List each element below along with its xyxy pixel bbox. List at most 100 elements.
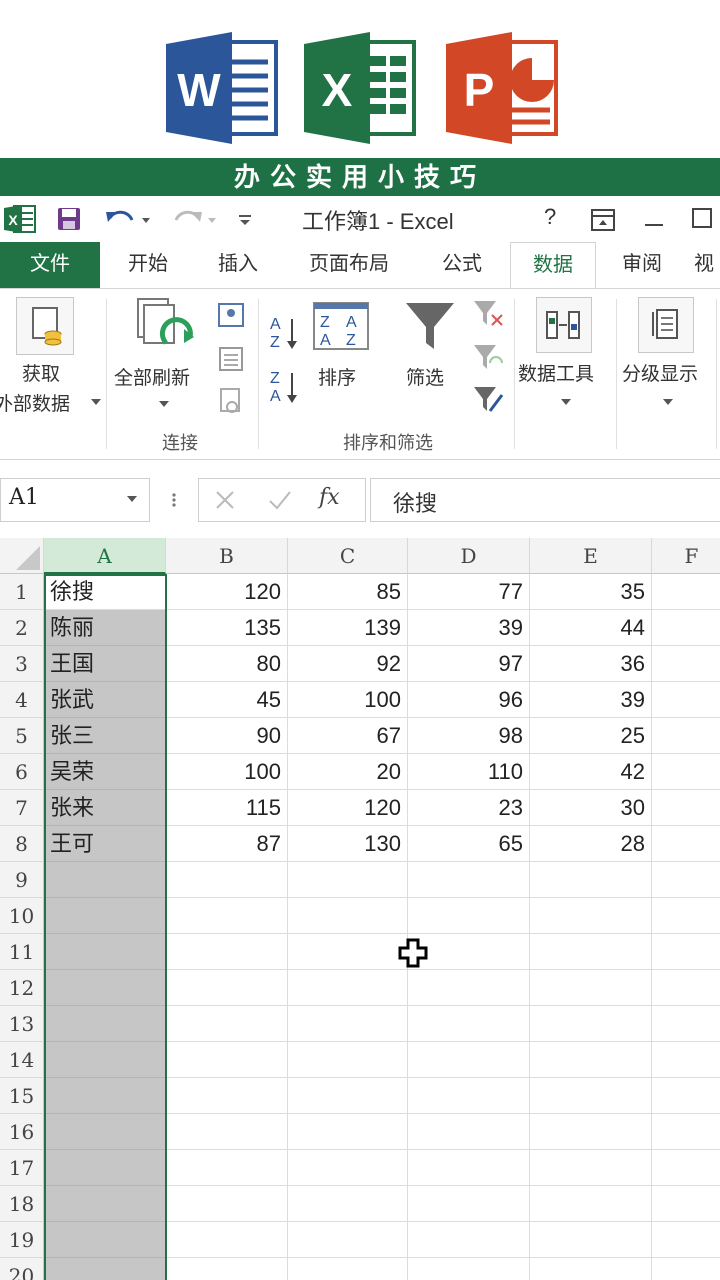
cell-a9[interactable] xyxy=(44,862,166,898)
name-box[interactable]: A1 xyxy=(0,478,150,522)
cell-e14[interactable] xyxy=(530,1042,652,1078)
cell-d12[interactable] xyxy=(408,970,530,1006)
row-header-11[interactable]: 11 xyxy=(0,934,44,970)
cell-c18[interactable] xyxy=(288,1186,408,1222)
cell-c11[interactable] xyxy=(288,934,408,970)
cell-b13[interactable] xyxy=(166,1006,288,1042)
data-tools-label[interactable]: 数据工具 xyxy=(518,359,594,386)
cell-c4[interactable]: 100 xyxy=(288,682,408,718)
enter-check-icon[interactable] xyxy=(267,488,293,512)
cell-f12[interactable] xyxy=(652,970,720,1006)
cell-a5[interactable]: 张三 xyxy=(44,718,166,754)
get-external-data-button[interactable] xyxy=(16,297,74,355)
edit-links-icon[interactable] xyxy=(216,387,246,415)
cell-e16[interactable] xyxy=(530,1114,652,1150)
cell-f7[interactable] xyxy=(652,790,720,826)
outline-dropdown-icon[interactable] xyxy=(662,397,674,407)
row-header-13[interactable]: 13 xyxy=(0,1006,44,1042)
cell-e20[interactable] xyxy=(530,1258,652,1280)
cell-b15[interactable] xyxy=(166,1078,288,1114)
cell-d8[interactable]: 65 xyxy=(408,826,530,862)
worksheet-grid[interactable]: ABCDEF 1 2 3 4 5 6 7 8 9 10 11 12 13 14 15 16 17 18 19 20 徐… xyxy=(0,538,720,1280)
cell-e17[interactable] xyxy=(530,1150,652,1186)
cell-f19[interactable] xyxy=(652,1222,720,1258)
cell-f16[interactable] xyxy=(652,1114,720,1150)
filter-icon[interactable] xyxy=(402,299,458,355)
cell-e10[interactable] xyxy=(530,898,652,934)
help-button[interactable]: ? xyxy=(544,204,556,230)
cell-e4[interactable]: 39 xyxy=(530,682,652,718)
cell-a1[interactable]: 徐搜 xyxy=(44,574,166,610)
advanced-filter-icon[interactable] xyxy=(472,385,506,415)
column-header-d[interactable]: D xyxy=(408,538,530,574)
cell-d20[interactable] xyxy=(408,1258,530,1280)
redo-icon[interactable] xyxy=(170,206,220,232)
cell-b19[interactable] xyxy=(166,1222,288,1258)
row-header-10[interactable]: 10 xyxy=(0,898,44,934)
cell-b11[interactable] xyxy=(166,934,288,970)
cell-f3[interactable] xyxy=(652,646,720,682)
cell-a3[interactable]: 王国 xyxy=(44,646,166,682)
cell-b4[interactable]: 45 xyxy=(166,682,288,718)
cell-c10[interactable] xyxy=(288,898,408,934)
cell-d2[interactable]: 39 xyxy=(408,610,530,646)
cell-a6[interactable]: 吴荣 xyxy=(44,754,166,790)
undo-icon[interactable] xyxy=(104,206,152,232)
sort-z-to-a-icon[interactable]: Z A xyxy=(268,367,300,407)
cell-b17[interactable] xyxy=(166,1150,288,1186)
cell-a15[interactable] xyxy=(44,1078,166,1114)
cell-a20[interactable] xyxy=(44,1258,166,1280)
cell-e6[interactable]: 42 xyxy=(530,754,652,790)
cell-b2[interactable]: 135 xyxy=(166,610,288,646)
cell-e2[interactable]: 44 xyxy=(530,610,652,646)
row-header-16[interactable]: 16 xyxy=(0,1114,44,1150)
cell-d18[interactable] xyxy=(408,1186,530,1222)
cancel-icon[interactable] xyxy=(213,488,237,512)
row-header-4[interactable]: 4 xyxy=(0,682,44,718)
filter-label[interactable]: 筛选 xyxy=(406,363,444,390)
cell-c8[interactable]: 130 xyxy=(288,826,408,862)
sort-label[interactable]: 排序 xyxy=(318,363,356,390)
cell-b1[interactable]: 120 xyxy=(166,574,288,610)
tab-page-layout[interactable]: 页面布局 xyxy=(292,242,406,288)
cell-a14[interactable] xyxy=(44,1042,166,1078)
cell-c5[interactable]: 67 xyxy=(288,718,408,754)
cell-f14[interactable] xyxy=(652,1042,720,1078)
row-header-20[interactable]: 20 xyxy=(0,1258,44,1280)
refresh-all-label[interactable]: 全部刷新 xyxy=(114,363,190,390)
cell-e15[interactable] xyxy=(530,1078,652,1114)
cell-a8[interactable]: 王可 xyxy=(44,826,166,862)
cell-c2[interactable]: 139 xyxy=(288,610,408,646)
cell-c13[interactable] xyxy=(288,1006,408,1042)
cell-e12[interactable] xyxy=(530,970,652,1006)
cell-d19[interactable] xyxy=(408,1222,530,1258)
cell-e8[interactable]: 28 xyxy=(530,826,652,862)
cell-a19[interactable] xyxy=(44,1222,166,1258)
cell-f20[interactable] xyxy=(652,1258,720,1280)
row-header-19[interactable]: 19 xyxy=(0,1222,44,1258)
cell-e18[interactable] xyxy=(530,1186,652,1222)
cell-c1[interactable]: 85 xyxy=(288,574,408,610)
ribbon-display-options-icon[interactable] xyxy=(590,208,616,232)
row-header-6[interactable]: 6 xyxy=(0,754,44,790)
row-header-1[interactable]: 1 xyxy=(0,574,44,610)
tab-insert[interactable]: 插入 xyxy=(200,242,276,288)
row-header-2[interactable]: 2 xyxy=(0,610,44,646)
tab-view[interactable]: 视 xyxy=(694,242,720,288)
cell-b6[interactable]: 100 xyxy=(166,754,288,790)
formula-bar-grip-icon[interactable] xyxy=(168,490,180,510)
cell-d9[interactable] xyxy=(408,862,530,898)
select-all-corner[interactable] xyxy=(0,538,44,574)
insert-function-button[interactable]: fx xyxy=(319,485,340,510)
cell-b16[interactable] xyxy=(166,1114,288,1150)
row-header-3[interactable]: 3 xyxy=(0,646,44,682)
reapply-filter-icon[interactable] xyxy=(472,343,506,373)
cell-d15[interactable] xyxy=(408,1078,530,1114)
cell-f10[interactable] xyxy=(652,898,720,934)
maximize-icon[interactable] xyxy=(690,206,714,230)
cell-e9[interactable] xyxy=(530,862,652,898)
cell-b9[interactable] xyxy=(166,862,288,898)
cell-d7[interactable]: 23 xyxy=(408,790,530,826)
cell-f17[interactable] xyxy=(652,1150,720,1186)
outline-button[interactable] xyxy=(638,297,694,353)
